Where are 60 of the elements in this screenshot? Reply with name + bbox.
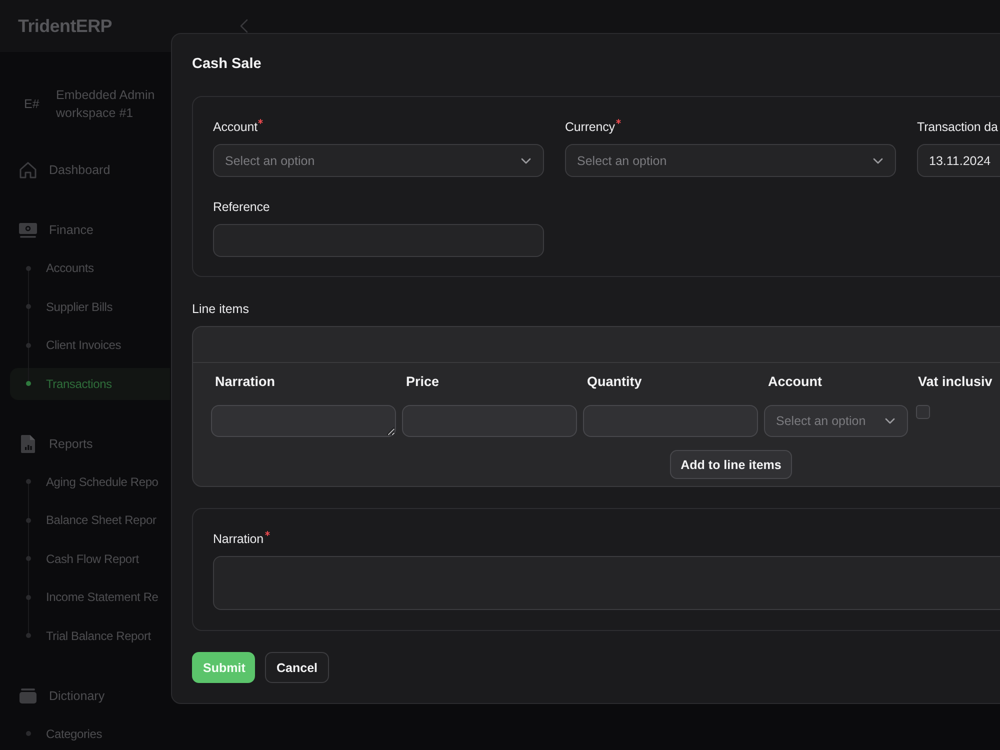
document-chart-icon bbox=[18, 434, 38, 454]
select-field[interactable]: Select an option bbox=[213, 144, 544, 177]
dot-icon bbox=[26, 266, 31, 270]
date-field[interactable]: 13.11.2024 bbox=[917, 144, 1000, 177]
column-header: Quantity bbox=[586, 373, 643, 391]
chevron-down-icon bbox=[873, 158, 883, 164]
dot-icon bbox=[26, 633, 31, 638]
add-line-item-button[interactable]: Add to line items bbox=[670, 450, 792, 479]
chevron-down-icon bbox=[885, 418, 895, 424]
field-label: Transaction da bbox=[917, 119, 998, 135]
column-header: Account bbox=[767, 373, 823, 391]
sidebar-item[interactable]: Accounts bbox=[10, 252, 170, 284]
dot-icon bbox=[26, 518, 31, 522]
column-header: Narration bbox=[214, 373, 276, 391]
dialog-title: Cash Sale bbox=[192, 55, 262, 73]
sidebar-section[interactable]: Dictionary bbox=[10, 680, 170, 712]
select-field[interactable]: Select an option bbox=[565, 144, 896, 177]
column-header: Vat inclusiv bbox=[917, 373, 994, 391]
field-label: Currency bbox=[565, 119, 615, 135]
home-icon bbox=[18, 160, 38, 180]
chevron-down-icon bbox=[521, 158, 531, 164]
dot-icon bbox=[26, 304, 31, 309]
sidebar-item[interactable]: Client Invoices bbox=[10, 329, 170, 361]
workspace-name[interactable]: Embedded Admin workspace #1 bbox=[56, 86, 166, 122]
column-header: Price bbox=[405, 373, 440, 391]
submit-button[interactable]: Submit bbox=[192, 652, 255, 683]
text-input[interactable] bbox=[213, 224, 544, 257]
dot-icon bbox=[26, 381, 31, 386]
sidebar-item[interactable]: Income Statement Re bbox=[10, 581, 170, 613]
cancel-button[interactable]: Cancel bbox=[265, 652, 329, 683]
checkbox[interactable] bbox=[916, 405, 930, 419]
chevron-left-icon[interactable] bbox=[240, 19, 248, 33]
dot-icon bbox=[26, 594, 31, 600]
sidebar-section[interactable]: Dashboard bbox=[10, 154, 170, 186]
sidebar-section[interactable]: Reports bbox=[10, 428, 170, 460]
sidebar-item[interactable]: Balance Sheet Repor bbox=[10, 504, 170, 536]
section-label: Line items bbox=[192, 301, 250, 317]
select-field[interactable]: Select an option bbox=[764, 405, 908, 437]
sidebar-item[interactable]: Trial Balance Report bbox=[10, 620, 170, 652]
sidebar-item[interactable]: Supplier Bills bbox=[10, 290, 170, 322]
field-label: Reference bbox=[213, 199, 270, 215]
dot-icon bbox=[26, 556, 31, 561]
text-input[interactable] bbox=[583, 405, 758, 437]
dot-icon bbox=[26, 342, 31, 348]
textarea-field[interactable] bbox=[211, 405, 396, 437]
field-label: Narration bbox=[213, 531, 264, 547]
sidebar-item[interactable]: Aging Schedule Repo bbox=[10, 466, 170, 498]
app-logo: TridentERP bbox=[17, 16, 114, 36]
dot-icon bbox=[26, 731, 31, 736]
sidebar-item[interactable]: Transactions bbox=[10, 368, 170, 400]
text-input[interactable] bbox=[402, 405, 577, 437]
sidebar-item[interactable]: Cash Flow Report bbox=[10, 542, 170, 574]
sidebar-item[interactable]: Categories bbox=[10, 718, 170, 750]
sidebar-section[interactable]: Finance bbox=[10, 214, 170, 246]
dot-icon bbox=[26, 479, 31, 484]
workspace-initials: E# bbox=[23, 97, 40, 111]
field-label: Account bbox=[213, 119, 258, 135]
banknote-icon bbox=[18, 220, 38, 240]
tray-icon bbox=[18, 686, 38, 706]
textarea-field[interactable] bbox=[213, 556, 1000, 610]
